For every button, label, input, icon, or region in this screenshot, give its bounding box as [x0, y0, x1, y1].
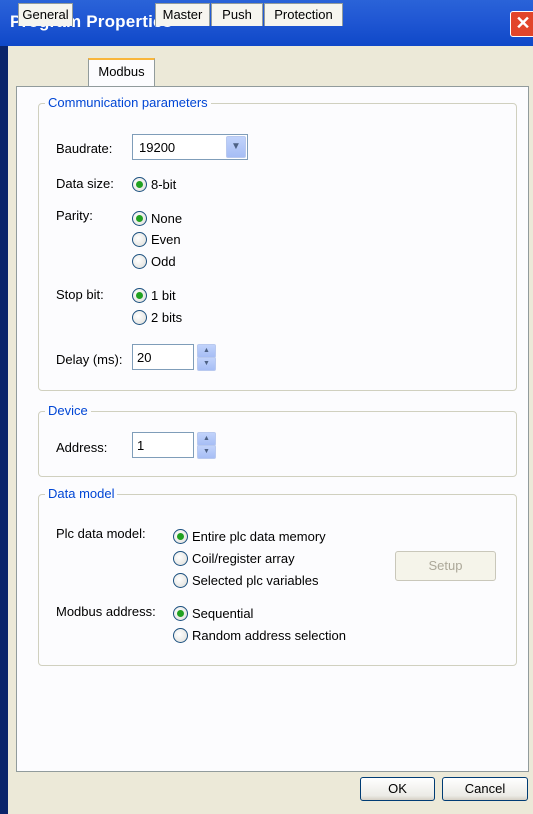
- delay-value[interactable]: 20: [137, 350, 151, 365]
- tab-general[interactable]: General: [18, 3, 73, 26]
- data-model-group-title: Data model: [45, 486, 118, 501]
- plc-entire-memory-label[interactable]: Entire plc data memory: [192, 529, 326, 544]
- plc-selected-variables-label[interactable]: Selected plc variables: [192, 573, 318, 588]
- tab-label: General: [22, 7, 69, 22]
- modbus-random-label[interactable]: Random address selection: [192, 628, 346, 643]
- data-size-8bit-radio[interactable]: [132, 177, 147, 192]
- address-spinner[interactable]: 1: [132, 432, 194, 458]
- close-icon: ✕: [515, 13, 531, 33]
- tab-push[interactable]: Push: [211, 3, 263, 26]
- stop-bit-2-radio[interactable]: [132, 310, 147, 325]
- baudrate-select[interactable]: 19200 ▼: [132, 134, 248, 160]
- communication-group-title: Communication parameters: [45, 95, 211, 110]
- plc-coil-register-label[interactable]: Coil/register array: [192, 551, 295, 566]
- plc-coil-register-radio[interactable]: [173, 551, 188, 566]
- setup-button[interactable]: Setup: [395, 551, 496, 581]
- data-size-label: Data size:: [56, 176, 114, 191]
- device-group: Device Address: 1 ▲ ▼: [38, 403, 517, 477]
- parity-label: Parity:: [56, 208, 93, 223]
- modbus-address-label: Modbus address:: [56, 604, 156, 619]
- delay-spinner[interactable]: 20: [132, 344, 194, 370]
- tab-label: Protection: [274, 7, 333, 22]
- chevron-down-icon[interactable]: ▼: [226, 136, 246, 158]
- address-value[interactable]: 1: [137, 438, 144, 453]
- modbus-sequential-radio[interactable]: [173, 606, 188, 621]
- baudrate-label: Baudrate:: [56, 141, 113, 156]
- tab-modbus[interactable]: Modbus: [88, 58, 155, 86]
- tab-master[interactable]: Master: [155, 3, 210, 26]
- ok-button[interactable]: OK: [360, 777, 435, 801]
- stop-bit-1-label[interactable]: 1 bit: [151, 288, 176, 303]
- plc-entire-memory-radio[interactable]: [173, 529, 188, 544]
- tab-label: Push: [222, 7, 252, 22]
- address-label: Address:: [56, 440, 108, 455]
- stop-bit-2-label[interactable]: 2 bits: [151, 310, 182, 325]
- modbus-random-radio[interactable]: [173, 628, 188, 643]
- parity-odd-radio[interactable]: [132, 254, 147, 269]
- parity-none-label[interactable]: None: [151, 211, 182, 226]
- tab-label: Modbus: [98, 64, 145, 79]
- ok-button-label: OK: [388, 781, 407, 796]
- dialog-window: Program Properties ✕ General Modbus Mast…: [0, 0, 533, 814]
- delay-spin-buttons[interactable]: ▲ ▼: [197, 344, 216, 371]
- spin-up-icon[interactable]: ▲: [197, 344, 216, 358]
- cancel-button[interactable]: Cancel: [442, 777, 528, 801]
- modbus-sequential-label[interactable]: Sequential: [192, 606, 253, 621]
- stop-bit-1-radio[interactable]: [132, 288, 147, 303]
- stop-bit-label: Stop bit:: [56, 287, 104, 302]
- spin-up-icon[interactable]: ▲: [197, 432, 216, 446]
- plc-data-model-label: Plc data model:: [56, 526, 146, 541]
- parity-none-radio[interactable]: [132, 211, 147, 226]
- parity-odd-label[interactable]: Odd: [151, 254, 176, 269]
- data-size-8bit-label[interactable]: 8-bit: [151, 177, 176, 192]
- parity-even-radio[interactable]: [132, 232, 147, 247]
- tab-protection[interactable]: Protection: [264, 3, 343, 26]
- close-button[interactable]: ✕: [510, 11, 533, 37]
- spin-down-icon[interactable]: ▼: [197, 357, 216, 371]
- data-model-group: Data model Plc data model: Entire plc da…: [38, 486, 517, 666]
- setup-button-label: Setup: [428, 558, 463, 573]
- tab-panel-modbus: Communication parameters Baudrate: 19200…: [16, 86, 529, 772]
- plc-selected-variables-radio[interactable]: [173, 573, 188, 588]
- address-spin-buttons[interactable]: ▲ ▼: [197, 432, 216, 459]
- device-group-title: Device: [45, 403, 91, 418]
- baudrate-value: 19200: [139, 140, 176, 155]
- cancel-button-label: Cancel: [464, 781, 506, 796]
- communication-group: Communication parameters Baudrate: 19200…: [38, 95, 517, 391]
- tab-label: Master: [162, 7, 203, 22]
- delay-label: Delay (ms):: [56, 352, 123, 367]
- parity-even-label[interactable]: Even: [151, 232, 181, 247]
- spin-down-icon[interactable]: ▼: [197, 445, 216, 459]
